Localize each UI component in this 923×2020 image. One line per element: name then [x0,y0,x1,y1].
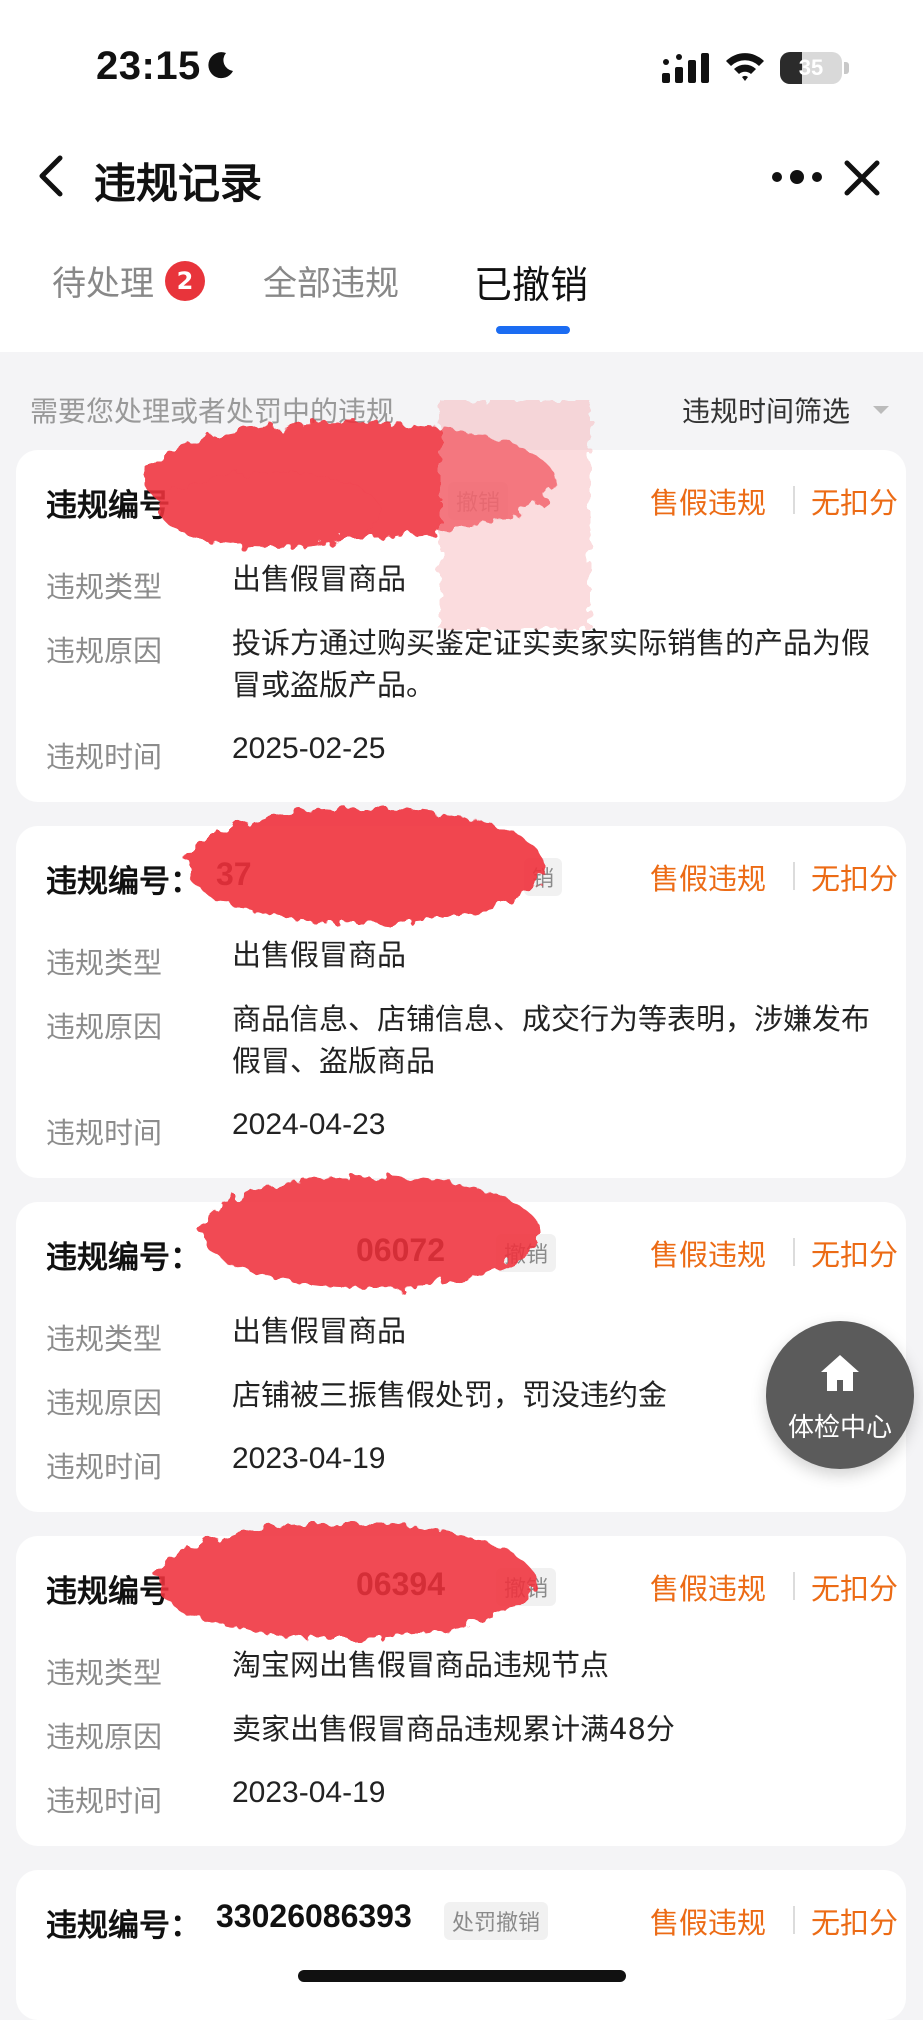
battery-level: 35 [798,55,824,80]
page-title: 违规记录 [94,159,263,208]
violation-card[interactable]: 违规编号 06394 撤销 售假违规 无扣分 违规类型 淘宝网出售假冒商品违规节… [16,1536,906,1846]
tag-counterfeit-violation: 售假违规 [650,1572,767,1606]
close-icon[interactable] [842,158,882,198]
violation-id-value: 06394 [356,1566,445,1602]
violation-time-label: 违规时间 [46,740,163,774]
back-icon[interactable] [34,154,68,198]
violation-card[interactable]: 违规编号： 33026086393 处罚撤销 售假违规 无扣分 [16,1870,906,2020]
violation-id-label: 违规编号： [46,1240,201,1276]
violation-type-label: 违规类型 [46,946,163,980]
moon-icon [208,52,233,79]
violation-reason-label: 违规原因 [46,634,163,668]
battery-icon: 35 [780,52,842,84]
violation-reason-value: 商品信息、店铺信息、成交行为等表明，涉嫌发布假冒、盗版商品 [232,1002,871,1078]
tag-counterfeit-violation: 售假违规 [650,1238,767,1272]
tag-counterfeit-violation: 售假违规 [650,1906,767,1940]
pending-count-badge: 2 [165,261,205,301]
battery-nub [844,62,849,74]
tag-no-points: 无扣分 [810,862,898,896]
violation-type-value: 出售假冒商品 [232,562,407,596]
violation-type-value: 出售假冒商品 [232,938,407,972]
violation-id-label: 违规编号： [46,864,201,900]
tab-revoked[interactable]: 已撤销 [474,254,588,309]
more-options-icon[interactable] [770,162,824,192]
violation-type-label: 违规类型 [46,570,163,604]
tab-all-violations[interactable]: 全部违规 [263,256,399,305]
tab-pending[interactable]: 待处理 [52,256,154,305]
home-icon [821,1355,859,1391]
tag-no-points: 无扣分 [810,1238,898,1272]
active-tab-indicator [496,326,570,334]
violation-id-label: 违规编号： [46,1908,201,1944]
revoke-tag: 销 [524,858,563,896]
violation-reason-label: 违规原因 [46,1720,163,1754]
tag-counterfeit-violation: 售假违规 [650,862,767,896]
tag-no-points: 无扣分 [810,1572,898,1606]
violation-time-value: 2024-04-23 [232,1108,386,1141]
time-filter-button[interactable]: 违规时间筛选 [682,390,850,430]
caret-down-icon[interactable] [872,404,890,416]
revoke-tag: 撤销 [496,1234,557,1272]
violation-type-value: 淘宝网出售假冒商品违规节点 [232,1648,610,1682]
violation-reason-label: 违规原因 [46,1386,163,1420]
list-hint: 需要您处理或者处罚中的违规 [30,395,395,428]
violation-reason-value: 卖家出售假冒商品违规累计满48分 [232,1712,675,1746]
tag-no-points: 无扣分 [810,486,898,520]
tag-counterfeit-violation: 售假违规 [650,486,767,520]
violation-card[interactable]: 违规编号： 37 销 售假违规 无扣分 违规类型 出售假冒商品 违规原因 商品信… [16,826,906,1178]
violation-card[interactable]: 违规编号 撤销 售假违规 无扣分 违规类型 出售假冒商品 违规原因 投诉方通过购… [16,450,906,802]
violation-time-value: 2023-04-19 [232,1776,386,1809]
violation-time-label: 违规时间 [46,1116,163,1150]
violation-id-label: 违规编号 [46,488,170,524]
violation-id-value: 06072 [356,1232,445,1268]
tag-no-points: 无扣分 [810,1906,898,1940]
home-indicator[interactable] [298,1970,626,1982]
signal-icon [662,53,709,83]
violation-type-label: 违规类型 [46,1322,163,1356]
violation-id-value: 37 [216,856,252,892]
violation-time-value: 2025-02-25 [232,732,386,765]
violation-id-label: 违规编号 [46,1574,170,1610]
revoke-tag: 撤销 [448,482,509,520]
violation-card[interactable]: 违规编号： 06072 撤销 售假违规 无扣分 违规类型 出售假冒商品 违规原因… [16,1202,906,1512]
violation-id-value: 33026086393 [216,1898,412,1934]
revoke-tag: 撤销 [496,1568,557,1606]
violation-time-label: 违规时间 [46,1450,163,1484]
revoke-tag: 处罚撤销 [444,1902,549,1940]
violation-reason-label: 违规原因 [46,1010,163,1044]
health-check-center-button[interactable]: 体检中心 [766,1321,914,1469]
violation-time-label: 违规时间 [46,1784,163,1818]
violation-type-label: 违规类型 [46,1656,163,1690]
health-check-center-label: 体检中心 [787,1413,892,1443]
violation-reason-value: 投诉方通过购买鉴定证实卖家实际销售的产品为假冒或盗版产品。 [232,626,871,702]
wifi-icon [726,53,764,81]
status-time: 23:15 [96,44,201,88]
